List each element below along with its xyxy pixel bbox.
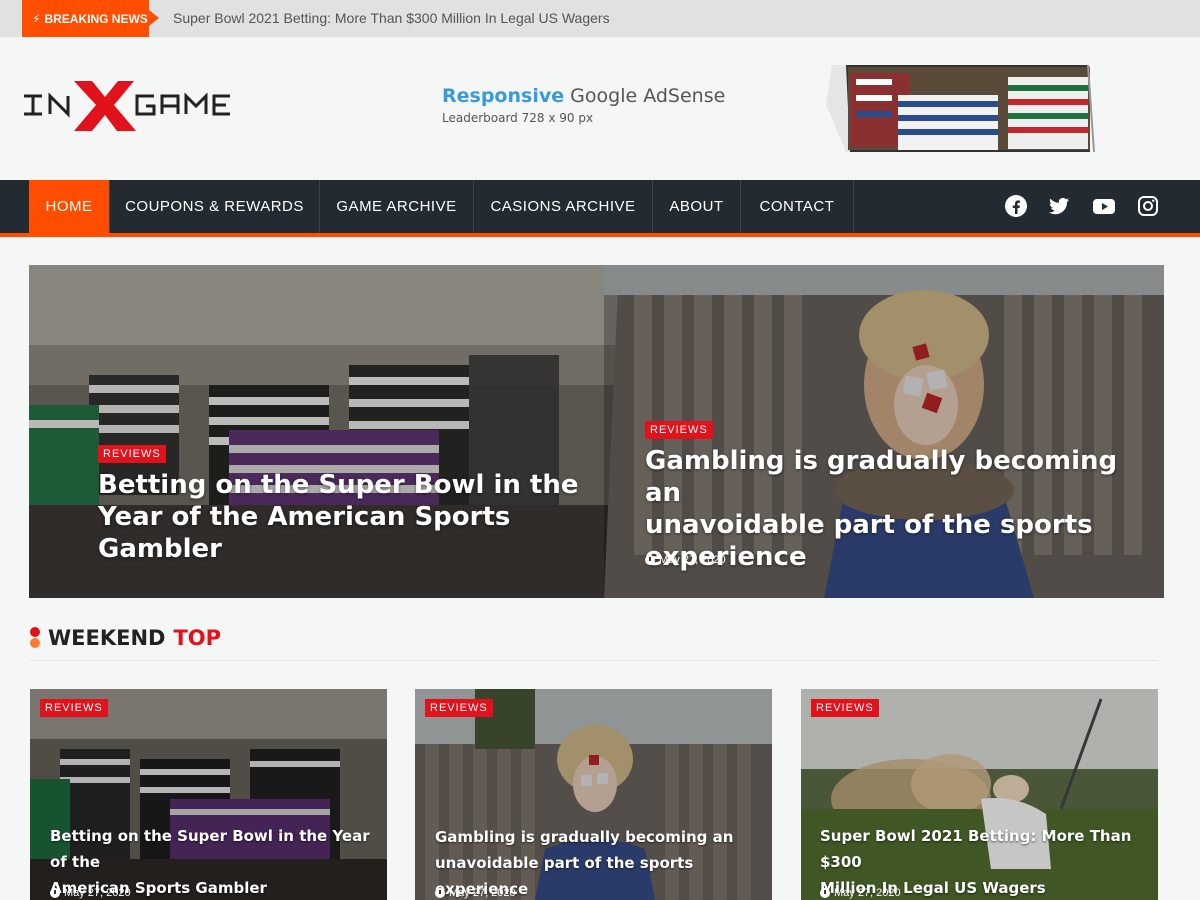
post-date-text: May 27, 2020 [64, 887, 131, 899]
hero-card-left[interactable]: REVIEWS Betting on the Super Bowl in the… [29, 265, 619, 598]
title-line: unavoidable part of the sports [645, 510, 1093, 540]
nav-item-contact[interactable]: CONTACT [741, 180, 854, 233]
title-line: Gambling is gradually becoming an [435, 828, 734, 846]
section-title-main: WEEKEND [48, 626, 166, 650]
hero-slider: REVIEWS Betting on the Super Bowl in the… [29, 265, 1164, 598]
section-title: WEEKEND TOP [30, 626, 221, 650]
main-nav: HOME COUPONS & REWARDS GAME ARCHIVE CASI… [0, 180, 1200, 237]
post-date-text: May 27, 2020 [659, 554, 726, 566]
post-date-text: May 27, 2020 [449, 887, 516, 899]
category-badge[interactable]: REVIEWS [811, 699, 879, 717]
twitter-icon[interactable] [1047, 194, 1071, 218]
lightning-icon: ⚡ [32, 11, 41, 26]
ad-placeholder[interactable]: Responsive Google AdSense Leaderboard 72… [442, 85, 725, 125]
breaking-news-label: BREAKING NEWS [44, 11, 148, 26]
breaking-news-bar: ⚡ BREAKING NEWS Super Bowl 2021 Betting:… [0, 0, 1200, 37]
post-date: May 27, 2020 [645, 554, 726, 566]
nav-item-casions-archive[interactable]: CASIONS ARCHIVE [474, 180, 653, 233]
post-date: May 27, 2020 [435, 887, 516, 899]
post-date: May 27, 2020 [50, 887, 131, 899]
title-line: Betting on the Super Bowl in the Year of… [50, 827, 370, 871]
hero-title-left[interactable]: Betting on the Super Bowl in the Year of… [98, 469, 598, 565]
category-badge[interactable]: REVIEWS [40, 699, 108, 717]
section-divider [30, 660, 1158, 661]
breaking-news-headline[interactable]: Super Bowl 2021 Betting: More Than $300 … [173, 10, 610, 26]
post-card[interactable]: REVIEWS Betting on the Super Bowl in the… [30, 689, 387, 900]
section-title-accent: TOP [173, 626, 222, 650]
nav-item-coupons-rewards[interactable]: COUPONS & REWARDS [110, 180, 320, 233]
category-badge[interactable]: REVIEWS [98, 445, 166, 463]
ad-title: Responsive Google AdSense [442, 85, 725, 107]
title-line: Gambler [98, 534, 222, 564]
site-logo[interactable] [22, 79, 256, 131]
ad-title-highlight: Responsive [442, 85, 565, 107]
ad-title-text: Google AdSense [570, 85, 726, 107]
clock-icon [820, 888, 830, 898]
title-line: Gambling is gradually becoming an [645, 446, 1118, 508]
category-badge[interactable]: REVIEWS [645, 421, 713, 439]
post-card[interactable]: REVIEWS Gambling is gradually becoming a… [415, 689, 772, 900]
title-line: Betting on the Super Bowl in the [98, 470, 579, 500]
category-badge[interactable]: REVIEWS [425, 699, 493, 717]
clock-icon [435, 888, 445, 898]
instagram-icon[interactable] [1136, 194, 1160, 218]
breaking-news-badge: ⚡ BREAKING NEWS [22, 0, 159, 37]
post-date: May 27, 2020 [820, 887, 901, 899]
post-date-text: May 27, 2020 [834, 887, 901, 899]
ad-device-image[interactable] [826, 64, 1108, 153]
nav-item-game-archive[interactable]: GAME ARCHIVE [320, 180, 474, 233]
nav-item-home[interactable]: HOME [29, 180, 110, 233]
youtube-icon[interactable] [1092, 194, 1116, 218]
site-header: Responsive Google AdSense Leaderboard 72… [0, 37, 1200, 180]
nav-item-about[interactable]: ABOUT [653, 180, 741, 233]
clock-icon [50, 888, 60, 898]
hero-card-right[interactable]: REVIEWS Gambling is gradually becoming a… [604, 265, 1164, 598]
post-card[interactable]: REVIEWS Super Bowl 2021 Betting: More Th… [801, 689, 1158, 900]
title-line: Year of the American Sports [98, 502, 511, 532]
ad-subtitle: Leaderboard 728 x 90 px [442, 111, 594, 125]
facebook-icon[interactable] [1004, 194, 1028, 218]
title-line: Super Bowl 2021 Betting: More Than $300 [820, 827, 1132, 871]
section-dots-icon [30, 627, 40, 649]
clock-icon [645, 555, 655, 565]
